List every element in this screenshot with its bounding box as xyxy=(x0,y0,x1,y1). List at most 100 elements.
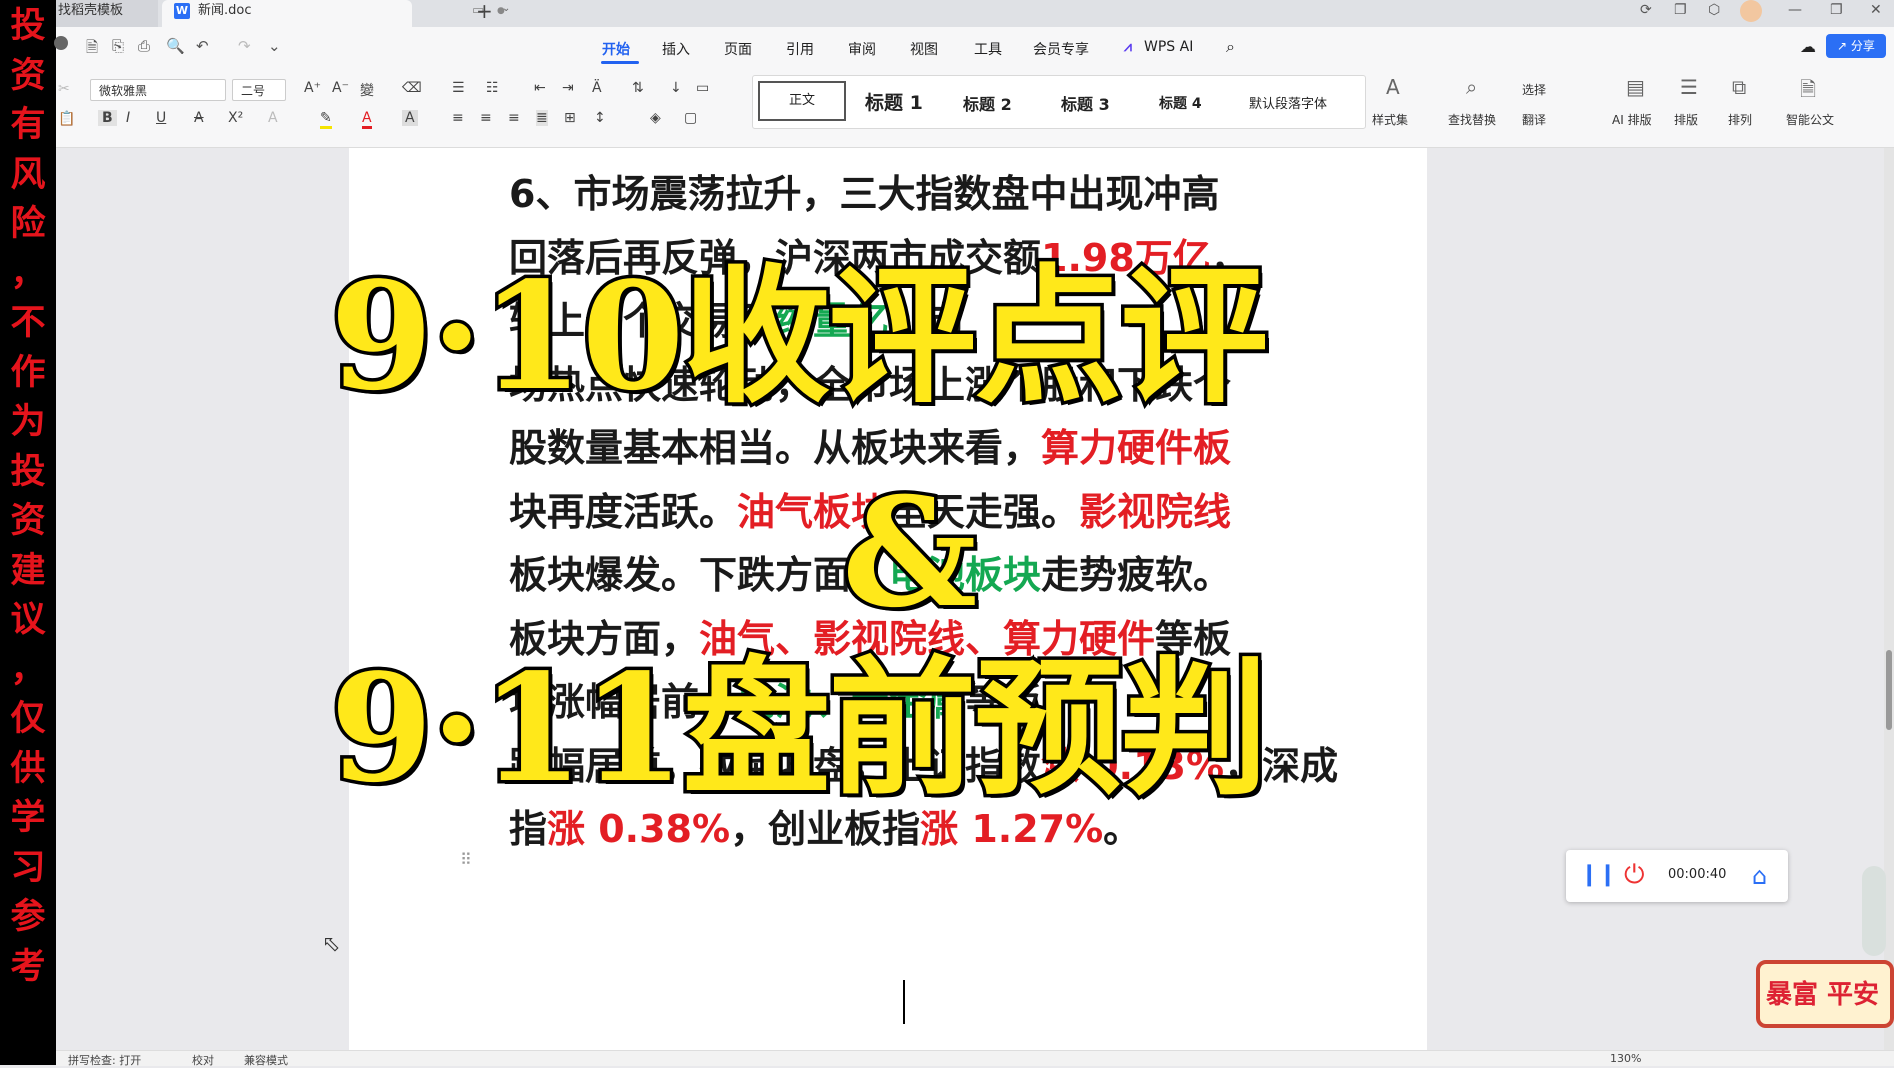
distribute-icon[interactable]: ⊞ xyxy=(564,110,576,126)
shrink-font-icon[interactable]: A⁻ xyxy=(332,80,349,96)
undo-icon[interactable]: ↶ xyxy=(196,37,209,55)
layout-button[interactable]: 排版 xyxy=(1674,111,1698,128)
tab-template[interactable]: 找稻壳模板 xyxy=(56,0,158,27)
share-button[interactable]: ↗ 分享 xyxy=(1826,34,1886,58)
sync-icon[interactable]: ⟳ xyxy=(1640,2,1652,18)
close-icon[interactable]: ✕ xyxy=(1870,2,1882,18)
line-spacing-icon[interactable]: ↕ xyxy=(594,110,606,126)
numbered-list-icon[interactable]: ☷ xyxy=(486,80,499,96)
minimize-icon[interactable]: — xyxy=(1788,2,1802,18)
status-bar: 拼写检查: 打开 校对 兼容模式 130% xyxy=(56,1050,1894,1068)
italic-button[interactable]: I xyxy=(126,110,130,126)
char-shading-icon[interactable]: A xyxy=(402,110,418,126)
smart-doc-icon: 🗎 xyxy=(1800,77,1817,101)
tab-home[interactable]: 开始 xyxy=(602,39,630,59)
shading-icon[interactable]: ◈ xyxy=(650,110,661,126)
print-icon[interactable]: ⎙ xyxy=(138,37,150,55)
overlay-ampersand: & xyxy=(838,465,980,641)
banner-char: 风 xyxy=(10,154,46,195)
increase-indent-icon[interactable]: ⇥ xyxy=(562,80,574,96)
banner-char: 参 xyxy=(10,897,46,937)
tab-view[interactable]: 视图 xyxy=(910,39,938,59)
tab-references[interactable]: 引用 xyxy=(786,39,814,59)
smart-doc-button[interactable]: 智能公文 xyxy=(1786,111,1834,128)
style-heading-3[interactable]: 标题 3 xyxy=(1061,91,1110,115)
home-icon[interactable]: ⌂ xyxy=(1752,862,1767,890)
decrease-indent-icon[interactable]: ⇤ xyxy=(534,80,546,96)
justify-icon[interactable]: ≣ xyxy=(536,110,548,126)
show-marks-icon[interactable]: ▭ xyxy=(696,80,709,96)
sort-icon[interactable]: ⇅ xyxy=(632,80,644,96)
translate-button[interactable]: 翻译 xyxy=(1522,111,1546,128)
align-right-icon[interactable]: ≡ xyxy=(508,110,520,126)
screen-recorder: ❙❙ ⏻ 00:00:40 ⌂ xyxy=(1566,850,1788,902)
save-icon[interactable]: 🗎 xyxy=(86,37,98,62)
paste-icon[interactable]: 📋 xyxy=(58,111,75,127)
cube-icon[interactable]: ⬡ xyxy=(1708,2,1720,18)
tab-insert[interactable]: 插入 xyxy=(662,39,690,59)
tab-page[interactable]: 页面 xyxy=(724,39,752,59)
superscript-button[interactable]: X² xyxy=(228,110,243,126)
window-icon[interactable]: ❐ xyxy=(1674,2,1687,18)
select-button[interactable]: 选择 xyxy=(1522,81,1546,98)
highlight-icon[interactable]: ✎ xyxy=(320,110,332,129)
cut-icon[interactable]: ✂ xyxy=(58,81,70,97)
compat-mode-status: 兼容模式 xyxy=(244,1054,288,1067)
spell-check-status[interactable]: 拼写检查: 打开 xyxy=(68,1052,141,1068)
style-heading-1[interactable]: 标题 1 xyxy=(865,88,923,115)
style-set-button[interactable]: 样式集 xyxy=(1372,111,1408,128)
tab-tools[interactable]: 工具 xyxy=(974,39,1002,59)
banner-char: 作 xyxy=(10,352,46,393)
tab-wps-ai[interactable]: WPS AI xyxy=(1144,39,1193,55)
pause-icon[interactable]: ❙❙ xyxy=(1580,862,1617,887)
tab-review[interactable]: 审阅 xyxy=(848,39,876,59)
arrange-button[interactable]: 排列 xyxy=(1728,111,1752,128)
text-effect-icon[interactable]: A xyxy=(268,110,278,126)
style-default-font[interactable]: 默认段落字体 xyxy=(1249,93,1327,112)
grow-font-icon[interactable]: A⁺ xyxy=(304,80,321,96)
az-sort-icon[interactable]: ↓ xyxy=(670,80,682,96)
banner-char: 不 xyxy=(10,303,46,343)
underline-button[interactable]: U xyxy=(156,110,166,126)
strikethrough-button[interactable]: A xyxy=(194,110,204,126)
bold-button[interactable]: B xyxy=(98,110,117,126)
recording-time: 00:00:40 xyxy=(1668,867,1727,882)
proofread-button[interactable]: 校对 xyxy=(192,1052,214,1068)
clear-format-icon[interactable]: ⌫ xyxy=(402,80,422,96)
style-normal[interactable]: 正文 xyxy=(758,81,846,121)
search-icon[interactable]: ⌕ xyxy=(1226,37,1235,57)
font-size-select[interactable]: 二号 xyxy=(232,79,286,101)
find-replace-button[interactable]: 查找替换 xyxy=(1448,111,1496,128)
stop-icon[interactable]: ⏻ xyxy=(1624,860,1645,891)
word-doc-icon: W xyxy=(174,3,190,19)
border-icon[interactable]: ▢ xyxy=(684,110,697,126)
style-heading-4[interactable]: 标题 4 xyxy=(1159,93,1202,113)
menu-toggle-icon[interactable] xyxy=(54,36,68,50)
print-preview-icon[interactable]: 🔍 xyxy=(166,37,185,55)
redo-icon[interactable]: ↷ xyxy=(238,37,251,55)
style-heading-2[interactable]: 标题 2 xyxy=(963,91,1012,115)
customize-chevron-icon[interactable]: ⌄ xyxy=(268,37,281,55)
text-direction-icon[interactable]: Ä xyxy=(592,80,602,96)
fortune-sticker: 暴富 平安 xyxy=(1756,960,1894,1028)
new-tab-button[interactable]: + xyxy=(476,0,493,22)
restore-icon[interactable]: ❐ xyxy=(1830,2,1843,18)
align-center-icon[interactable]: ≡ xyxy=(480,110,492,126)
align-left-icon[interactable]: ≡ xyxy=(452,110,464,126)
avatar[interactable] xyxy=(1740,0,1762,22)
font-color-button[interactable]: A xyxy=(362,110,372,129)
scrollbar-thumb[interactable] xyxy=(1886,650,1892,730)
cloud-icon[interactable]: ☁ xyxy=(1800,37,1816,56)
tab-member[interactable]: 会员专享 xyxy=(1033,39,1089,59)
ai-layout-button[interactable]: AI 排版 xyxy=(1612,111,1652,128)
phonetic-icon[interactable]: 變 xyxy=(360,80,374,100)
chevron-down-icon[interactable]: ⌄ xyxy=(502,3,510,14)
font-name-select[interactable]: 微软雅黑 xyxy=(90,79,226,101)
tab-document[interactable]: W 新闻.doc ▭ ● xyxy=(162,0,505,27)
bullet-list-icon[interactable]: ☰ xyxy=(452,80,465,96)
side-panel-tab[interactable] xyxy=(1862,866,1886,956)
export-icon[interactable]: ⎘ xyxy=(112,37,124,55)
zoom-level[interactable]: 130% xyxy=(1610,1052,1641,1065)
drag-handle-icon[interactable]: ⠿ xyxy=(460,850,472,869)
style-set-icon: A xyxy=(1386,75,1400,99)
